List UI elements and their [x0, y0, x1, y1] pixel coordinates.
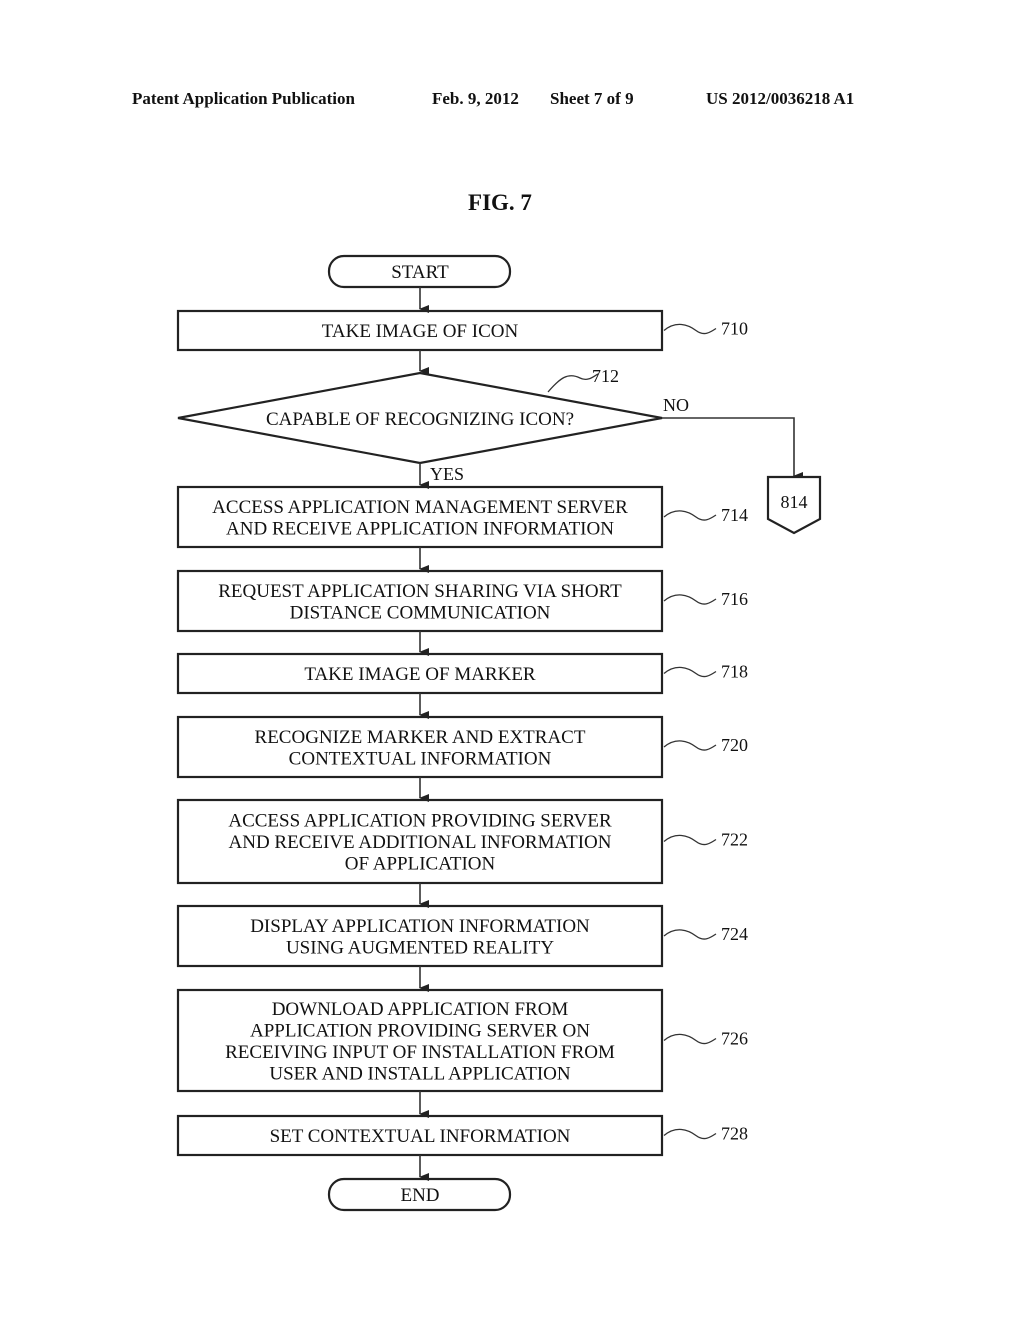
process-step-726: DOWNLOAD APPLICATION FROMAPPLICATION PRO…	[176, 988, 748, 1093]
step-text-line: APPLICATION PROVIDING SERVER ON	[250, 1020, 590, 1041]
reference-leader	[663, 594, 717, 605]
reference-numeral: 716	[721, 589, 748, 609]
reference-leader	[663, 323, 717, 335]
step-text-line: TAKE IMAGE OF ICON	[322, 321, 519, 342]
step-text-line: AND RECEIVE APPLICATION INFORMATION	[226, 518, 614, 539]
reference-leader	[663, 1128, 717, 1140]
step-text-line: RECEIVING INPUT OF INSTALLATION FROM	[225, 1042, 615, 1063]
decision-712: CAPABLE OF RECOGNIZING ICON? 712 NO YES	[177, 366, 689, 484]
step-text-line: DOWNLOAD APPLICATION FROM	[272, 999, 569, 1020]
yes-label: YES	[430, 464, 464, 484]
start-label: START	[391, 262, 449, 283]
reference-numeral: 718	[721, 662, 748, 682]
process-step-722: ACCESS APPLICATION PROVIDING SERVERAND R…	[176, 798, 748, 885]
reference-leader	[663, 666, 717, 678]
end-terminal: END	[327, 1177, 512, 1212]
reference-numeral: 714	[721, 505, 748, 525]
start-terminal: START	[327, 254, 512, 289]
step-text-line: USER AND INSTALL APPLICATION	[269, 1063, 571, 1084]
flowchart: START END CAPABLE OF RECOGNIZING ICON? 7…	[176, 254, 822, 1212]
reference-numeral: 720	[721, 735, 748, 755]
step-text-line: SET CONTEXTUAL INFORMATION	[270, 1126, 571, 1147]
reference-leader	[663, 510, 717, 521]
process-step-718: TAKE IMAGE OF MARKER 718	[176, 652, 748, 695]
process-step-714: ACCESS APPLICATION MANAGEMENT SERVERAND …	[176, 485, 748, 549]
reference-numeral: 726	[721, 1029, 748, 1049]
process-step-724: DISPLAY APPLICATION INFORMATIONUSING AUG…	[176, 904, 748, 968]
reference-numeral: 722	[721, 830, 748, 850]
step-text-line: DISTANCE COMMUNICATION	[290, 602, 551, 623]
no-branch-arrow	[662, 417, 803, 480]
step-text-line: DISPLAY APPLICATION INFORMATION	[250, 916, 590, 937]
reference-leader	[663, 1033, 717, 1045]
offpage-connector-814: 814	[766, 475, 822, 535]
decision-ref: 712	[592, 366, 619, 386]
connector-label: 814	[781, 492, 808, 512]
step-text-line: OF APPLICATION	[345, 854, 496, 875]
process-step-720: RECOGNIZE MARKER AND EXTRACTCONTEXTUAL I…	[176, 715, 748, 779]
step-text-line: ACCESS APPLICATION MANAGEMENT SERVER	[212, 497, 628, 518]
reference-leader	[663, 740, 717, 751]
reference-leader	[663, 929, 717, 940]
step-text-line: CONTEXTUAL INFORMATION	[289, 748, 552, 769]
end-label: END	[400, 1185, 439, 1206]
reference-numeral: 724	[721, 924, 748, 944]
step-text-line: ACCESS APPLICATION PROVIDING SERVER	[228, 811, 612, 832]
reference-leader	[663, 834, 717, 846]
step-text-line: AND RECEIVE ADDITIONAL INFORMATION	[229, 832, 612, 853]
process-step-710: TAKE IMAGE OF ICON 710	[176, 309, 748, 352]
reference-numeral: 710	[721, 319, 748, 339]
process-step-716: REQUEST APPLICATION SHARING VIA SHORTDIS…	[176, 569, 748, 633]
decision-text: CAPABLE OF RECOGNIZING ICON?	[266, 409, 574, 430]
process-step-728: SET CONTEXTUAL INFORMATION 728	[176, 1114, 748, 1157]
step-text-line: RECOGNIZE MARKER AND EXTRACT	[255, 727, 586, 748]
step-text-line: USING AUGMENTED REALITY	[286, 937, 554, 958]
reference-numeral: 728	[721, 1124, 748, 1144]
step-text-line: TAKE IMAGE OF MARKER	[304, 664, 536, 685]
step-text-line: REQUEST APPLICATION SHARING VIA SHORT	[218, 581, 622, 602]
no-label: NO	[663, 395, 689, 415]
